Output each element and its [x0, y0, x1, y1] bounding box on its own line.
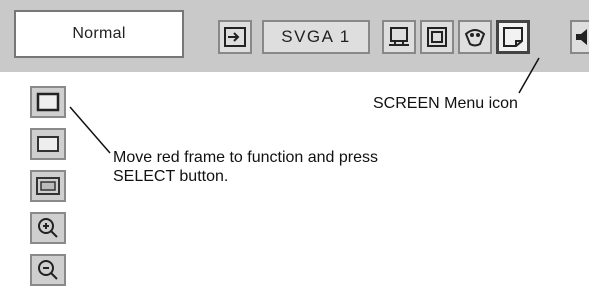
true-mode-button[interactable] — [30, 128, 66, 160]
digital-zoom-plus-button[interactable] — [30, 212, 66, 244]
true-icon — [37, 136, 59, 152]
normal-mode-button[interactable] — [30, 86, 66, 118]
digital-zoom-minus-icon — [38, 260, 58, 280]
digital-zoom-minus-button[interactable] — [30, 254, 66, 286]
screen-icon — [503, 27, 523, 47]
source-label: SVGA 1 — [281, 27, 351, 46]
system-icon — [389, 27, 409, 46]
image-select-menu-button[interactable] — [420, 20, 454, 54]
mode-display: Normal — [14, 10, 184, 58]
image-adjust-icon — [464, 29, 486, 47]
screen-menu-icon-caption: SCREEN Menu icon — [373, 95, 518, 112]
sound-icon — [576, 29, 587, 45]
digital-zoom-plus-icon — [38, 218, 58, 238]
wide-mode-button[interactable] — [30, 170, 66, 202]
instruction-line-2: SELECT button. — [113, 168, 229, 185]
instruction-line-1: Move red frame to function and press — [113, 149, 379, 166]
normal-icon — [36, 92, 60, 112]
menu-bar: Normal SVGA 1 — [0, 0, 589, 72]
sound-menu-button[interactable] — [570, 20, 589, 54]
mode-label: Normal — [72, 25, 126, 42]
screen-submenu — [30, 86, 68, 301]
screen-menu-button[interactable] — [496, 20, 530, 54]
source-display: SVGA 1 — [262, 20, 370, 54]
system-menu-button[interactable] — [382, 20, 416, 54]
image-adjust-menu-button[interactable] — [458, 20, 492, 54]
input-menu-button[interactable] — [218, 20, 252, 54]
image-select-icon — [427, 27, 447, 47]
wide-icon — [36, 177, 60, 195]
instruction-callout-line — [69, 106, 111, 154]
input-icon — [224, 27, 246, 47]
